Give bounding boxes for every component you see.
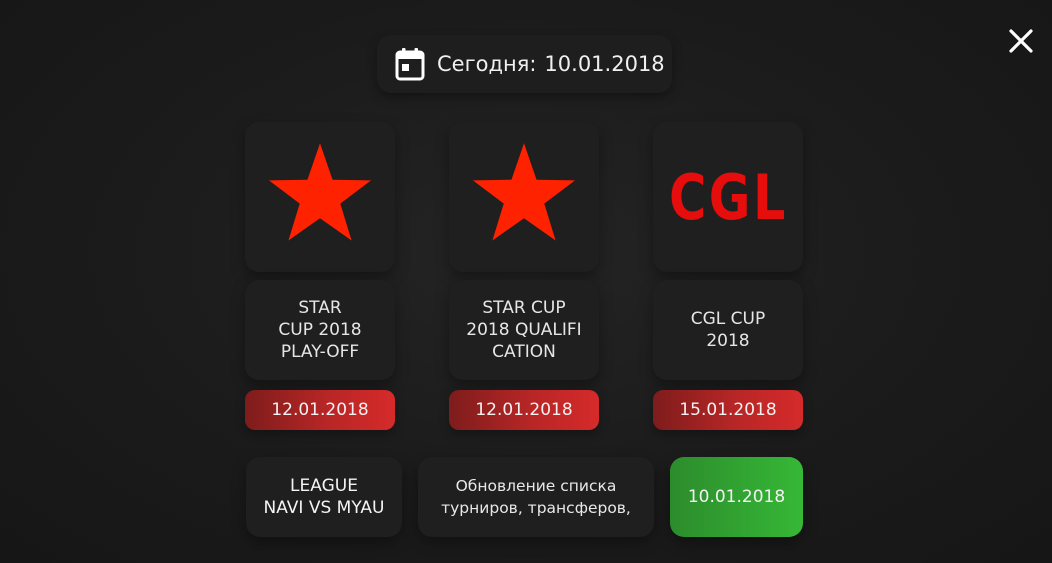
tournament-logo-card-2[interactable] (449, 122, 599, 272)
today-date-header: Сегодня: 10.01.2018 (377, 35, 672, 93)
star-icon (268, 143, 372, 241)
today-date-badge[interactable]: 10.01.2018 (670, 457, 803, 537)
tournament-logo-card-1[interactable] (245, 122, 395, 272)
close-icon[interactable] (1004, 24, 1038, 58)
tournament-date-badge-3[interactable]: 15.01.2018 (653, 390, 803, 430)
star-icon (472, 143, 576, 241)
update-news-card[interactable]: Обновление списка турниров, трансферов, (418, 457, 654, 537)
today-date-value: 10.01.2018 (544, 52, 665, 76)
tournament-name-1[interactable]: STAR CUP 2018 PLAY-OFF (245, 280, 395, 380)
tournament-date-badge-1[interactable]: 12.01.2018 (245, 390, 395, 430)
tournament-name-3[interactable]: CGL CUP 2018 (653, 280, 803, 380)
tournament-logo-card-3[interactable]: CGL (653, 122, 803, 272)
today-label: Сегодня: (437, 52, 537, 76)
tournament-date-badge-2[interactable]: 12.01.2018 (449, 390, 599, 430)
calendar-icon (395, 48, 425, 81)
tournament-name-2[interactable]: STAR CUP 2018 QUALIFI CATION (449, 280, 599, 380)
league-match-card[interactable]: LEAGUE NAVI VS MYAU (246, 457, 402, 537)
cgl-logo: CGL (668, 160, 788, 234)
